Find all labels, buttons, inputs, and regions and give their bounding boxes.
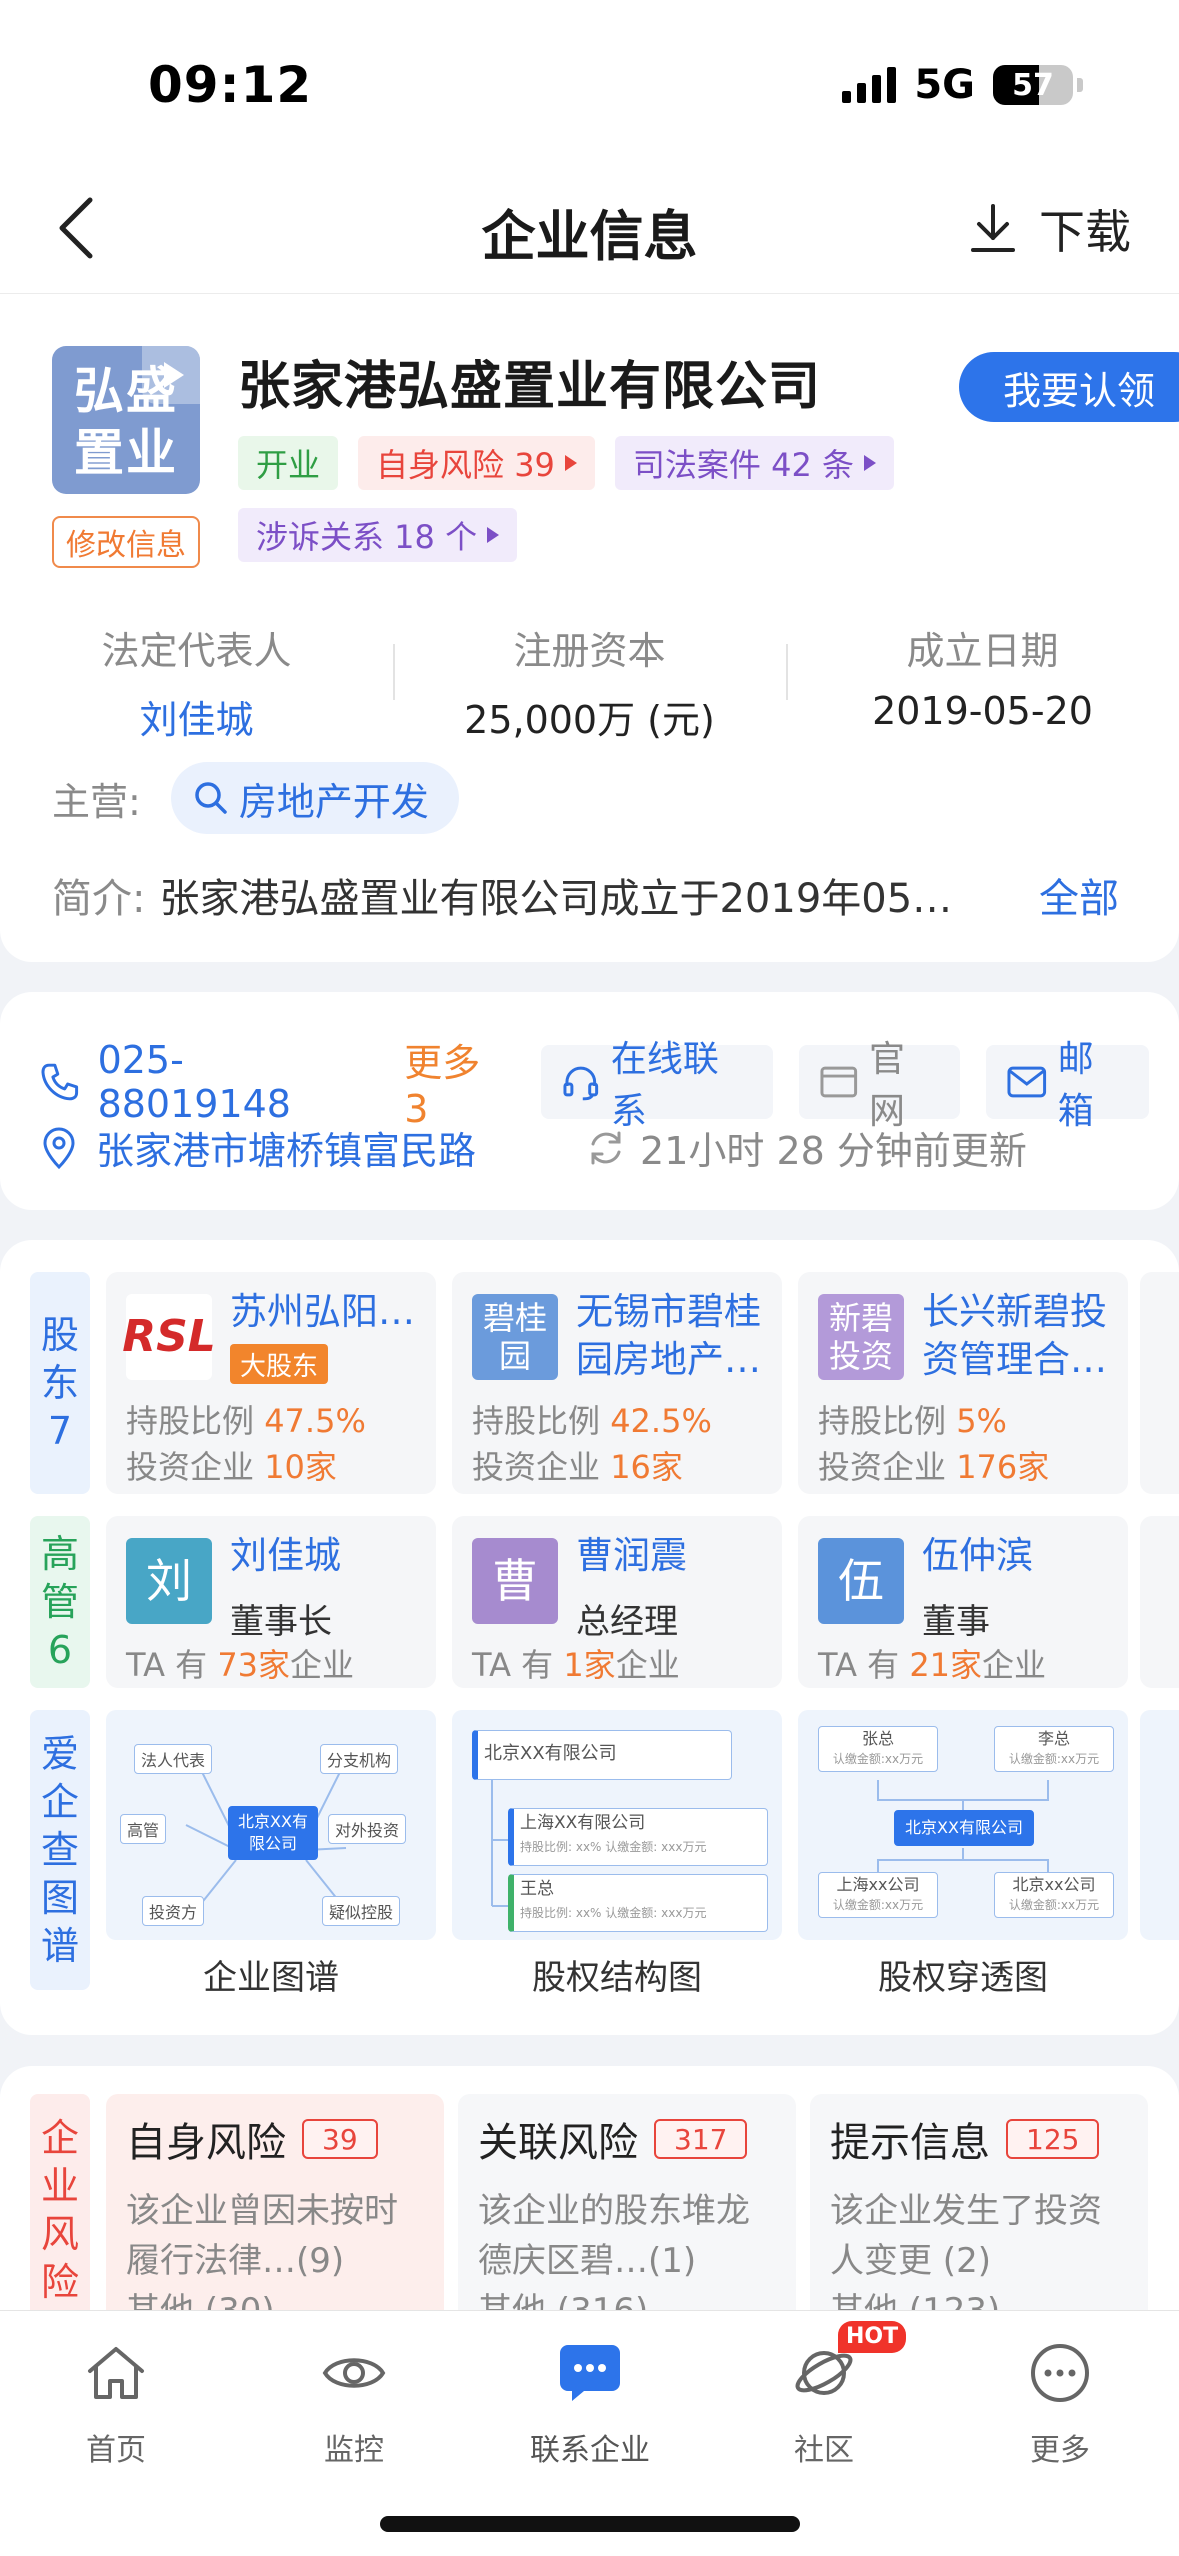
- shareholder-avatar: 新碧投资: [818, 1294, 904, 1380]
- status-badge: 开业: [238, 436, 339, 490]
- executive-avatar: 曹: [472, 1538, 558, 1624]
- company-intro: 简介: 张家港弘盛置业有限公司成立于2019年05… 全部: [52, 866, 1119, 924]
- enterprise-graph-caption: 企业图谱: [203, 1958, 339, 1998]
- risk-count: 39: [302, 2119, 378, 2159]
- metric-founded: 成立日期 2019-05-20: [786, 620, 1179, 744]
- company-name: 张家港弘盛置业有限公司: [238, 357, 822, 417]
- email-button[interactable]: 邮箱: [986, 1039, 1150, 1132]
- phone-more-link[interactable]: 更多 3: [404, 1032, 515, 1131]
- equity-structure-thumbnail[interactable]: 北京XX有限公司 上海XX有限公司 持股比例: xx% 认缴金额: xxx万元 …: [452, 1710, 782, 1940]
- caret-right-icon: [864, 455, 876, 471]
- tab-home[interactable]: 首页: [26, 2335, 206, 2469]
- hot-badge: HOT: [838, 2321, 907, 2353]
- phone-link[interactable]: 025-88019148 更多 3: [40, 1032, 515, 1131]
- claim-button[interactable]: 我要认领: [959, 352, 1179, 422]
- phone-icon: [41, 1063, 79, 1100]
- risk-count: 317: [654, 2119, 748, 2159]
- headset-icon: [563, 1066, 599, 1100]
- executive-name: 刘佳城: [230, 1534, 341, 1577]
- business-tag[interactable]: 房地产开发: [170, 762, 459, 834]
- eye-icon: [322, 2358, 386, 2388]
- shareholder-avatar: RSL: [122, 1294, 216, 1380]
- company-logo[interactable]: 弘盛 置业: [52, 346, 200, 494]
- shareholder-card[interactable]: 新碧投资 长兴新碧投资管理合… 持股比例 5% 投资企业 176家: [798, 1272, 1128, 1494]
- online-contact-button[interactable]: 在线联系: [541, 1039, 774, 1132]
- tab-monitor[interactable]: 监控: [264, 2335, 444, 2469]
- executive-avatar: 伍: [818, 1538, 904, 1624]
- home-icon: [88, 2347, 144, 2399]
- executive-role: 总经理: [576, 1602, 678, 1642]
- shareholders-label[interactable]: 股东7: [30, 1272, 90, 1494]
- shareholder-name: 长兴新碧投资管理合…: [922, 1290, 1107, 1381]
- shareholder-name: 苏州弘阳…: [230, 1290, 415, 1333]
- executive-card[interactable]: 伍 伍仲滨 董事 TA 有 21家企业: [798, 1516, 1128, 1688]
- executive-role: 董事长: [230, 1602, 332, 1642]
- executive-card[interactable]: 曹 曹润震 总经理 TA 有 1家企业: [452, 1516, 782, 1688]
- company-card: 弘盛 置业 修改信息 张家港弘盛置业有限公司 我要认领 开业 自身风险 39 司…: [0, 0, 1179, 962]
- play-icon: [142, 346, 200, 404]
- shareholder-card[interactable]: 碧桂园 无锡市碧桂园房地产… 持股比例 42.5% 投资企业 16家: [452, 1272, 782, 1494]
- chat-icon: [560, 2345, 620, 2401]
- intro-more-link[interactable]: 全部: [1039, 866, 1119, 924]
- home-indicator[interactable]: [380, 2516, 800, 2532]
- website-button[interactable]: 官网: [799, 1039, 961, 1132]
- contact-card: 025-88019148 更多 3 在线联系 官网 邮箱 张家港市塘桥镇富民路 …: [0, 992, 1179, 1210]
- update-time[interactable]: 21小时 28 分钟前更新: [586, 1120, 1027, 1175]
- shareholder-name: 无锡市碧桂园房地产…: [576, 1290, 761, 1381]
- tab-community[interactable]: HOT 社区: [734, 2321, 914, 2469]
- more-icon: [1031, 2344, 1089, 2402]
- legal-cases-tag[interactable]: 司法案件 42 条: [614, 436, 894, 490]
- refresh-icon: [591, 1131, 621, 1164]
- address-link[interactable]: 张家港市塘桥镇富民路: [40, 1120, 476, 1175]
- executives-label[interactable]: 高管6: [30, 1516, 90, 1688]
- shareholder-card[interactable]: RSL 苏州弘阳… 大股东 持股比例 47.5% 投资企业 10家: [106, 1272, 436, 1494]
- self-risk-tag[interactable]: 自身风险 39: [358, 436, 595, 490]
- equity-penetration-thumbnail[interactable]: 张总 认缴金额:xx万元 李总 认缴金额:xx万元 北京XX有限公司 上海xx公司认…: [798, 1710, 1128, 1940]
- executive-role: 董事: [922, 1602, 990, 1642]
- executive-name: 伍仲滨: [922, 1534, 1033, 1577]
- executive-card-partial[interactable]: [1140, 1516, 1179, 1688]
- metric-legal-rep[interactable]: 法定代表人 刘佳城: [0, 620, 393, 744]
- executive-card[interactable]: 刘 刘佳城 董事长 TA 有 73家企业: [106, 1516, 436, 1688]
- tab-more[interactable]: 更多: [970, 2335, 1150, 2469]
- relations-card: 股东7 RSL 苏州弘阳… 大股东 持股比例 47.5% 投资企业 10家 碧桂…: [0, 1240, 1179, 2035]
- graphs-label[interactable]: 爱企查图谱: [30, 1710, 90, 1990]
- edit-info-button[interactable]: 修改信息: [52, 516, 200, 568]
- mail-icon: [1007, 1066, 1047, 1097]
- shareholder-avatar: 碧桂园: [472, 1294, 558, 1380]
- enterprise-graph-thumbnail[interactable]: 法人代表 分支机构 高管 北京XX有限公司 对外投资 投资方 疑似控股: [106, 1710, 436, 1940]
- caret-right-icon: [564, 455, 577, 471]
- equity-penetration-caption: 股权穿透图: [878, 1958, 1048, 1998]
- legal-rep-link[interactable]: 刘佳城: [0, 689, 393, 744]
- metric-capital: 注册资本 25,000万 (元): [393, 620, 786, 744]
- company-metrics: 法定代表人 刘佳城 注册资本 25,000万 (元) 成立日期 2019-05-…: [0, 620, 1179, 744]
- location-pin-icon: [43, 1127, 75, 1169]
- company-tags: 开业 自身风险 39 司法案件 42 条 涉诉关系 18 个: [238, 436, 918, 562]
- search-icon: [195, 782, 227, 814]
- litigation-tag[interactable]: 涉诉关系 18 个: [238, 508, 518, 562]
- graph-card-partial[interactable]: [1140, 1710, 1179, 1940]
- caret-right-icon: [487, 527, 500, 543]
- major-shareholder-badge: 大股东: [230, 1344, 329, 1384]
- main-business: 主营: 房地产开发: [52, 762, 459, 834]
- shareholder-card-partial[interactable]: [1140, 1272, 1179, 1494]
- browser-icon: [820, 1066, 858, 1097]
- executive-name: 曹润震: [576, 1534, 687, 1577]
- equity-structure-caption: 股权结构图: [532, 1958, 702, 1998]
- executive-avatar: 刘: [126, 1538, 212, 1624]
- risk-count: 125: [1006, 2119, 1100, 2159]
- tab-contact-enterprise[interactable]: 联系企业: [500, 2335, 680, 2469]
